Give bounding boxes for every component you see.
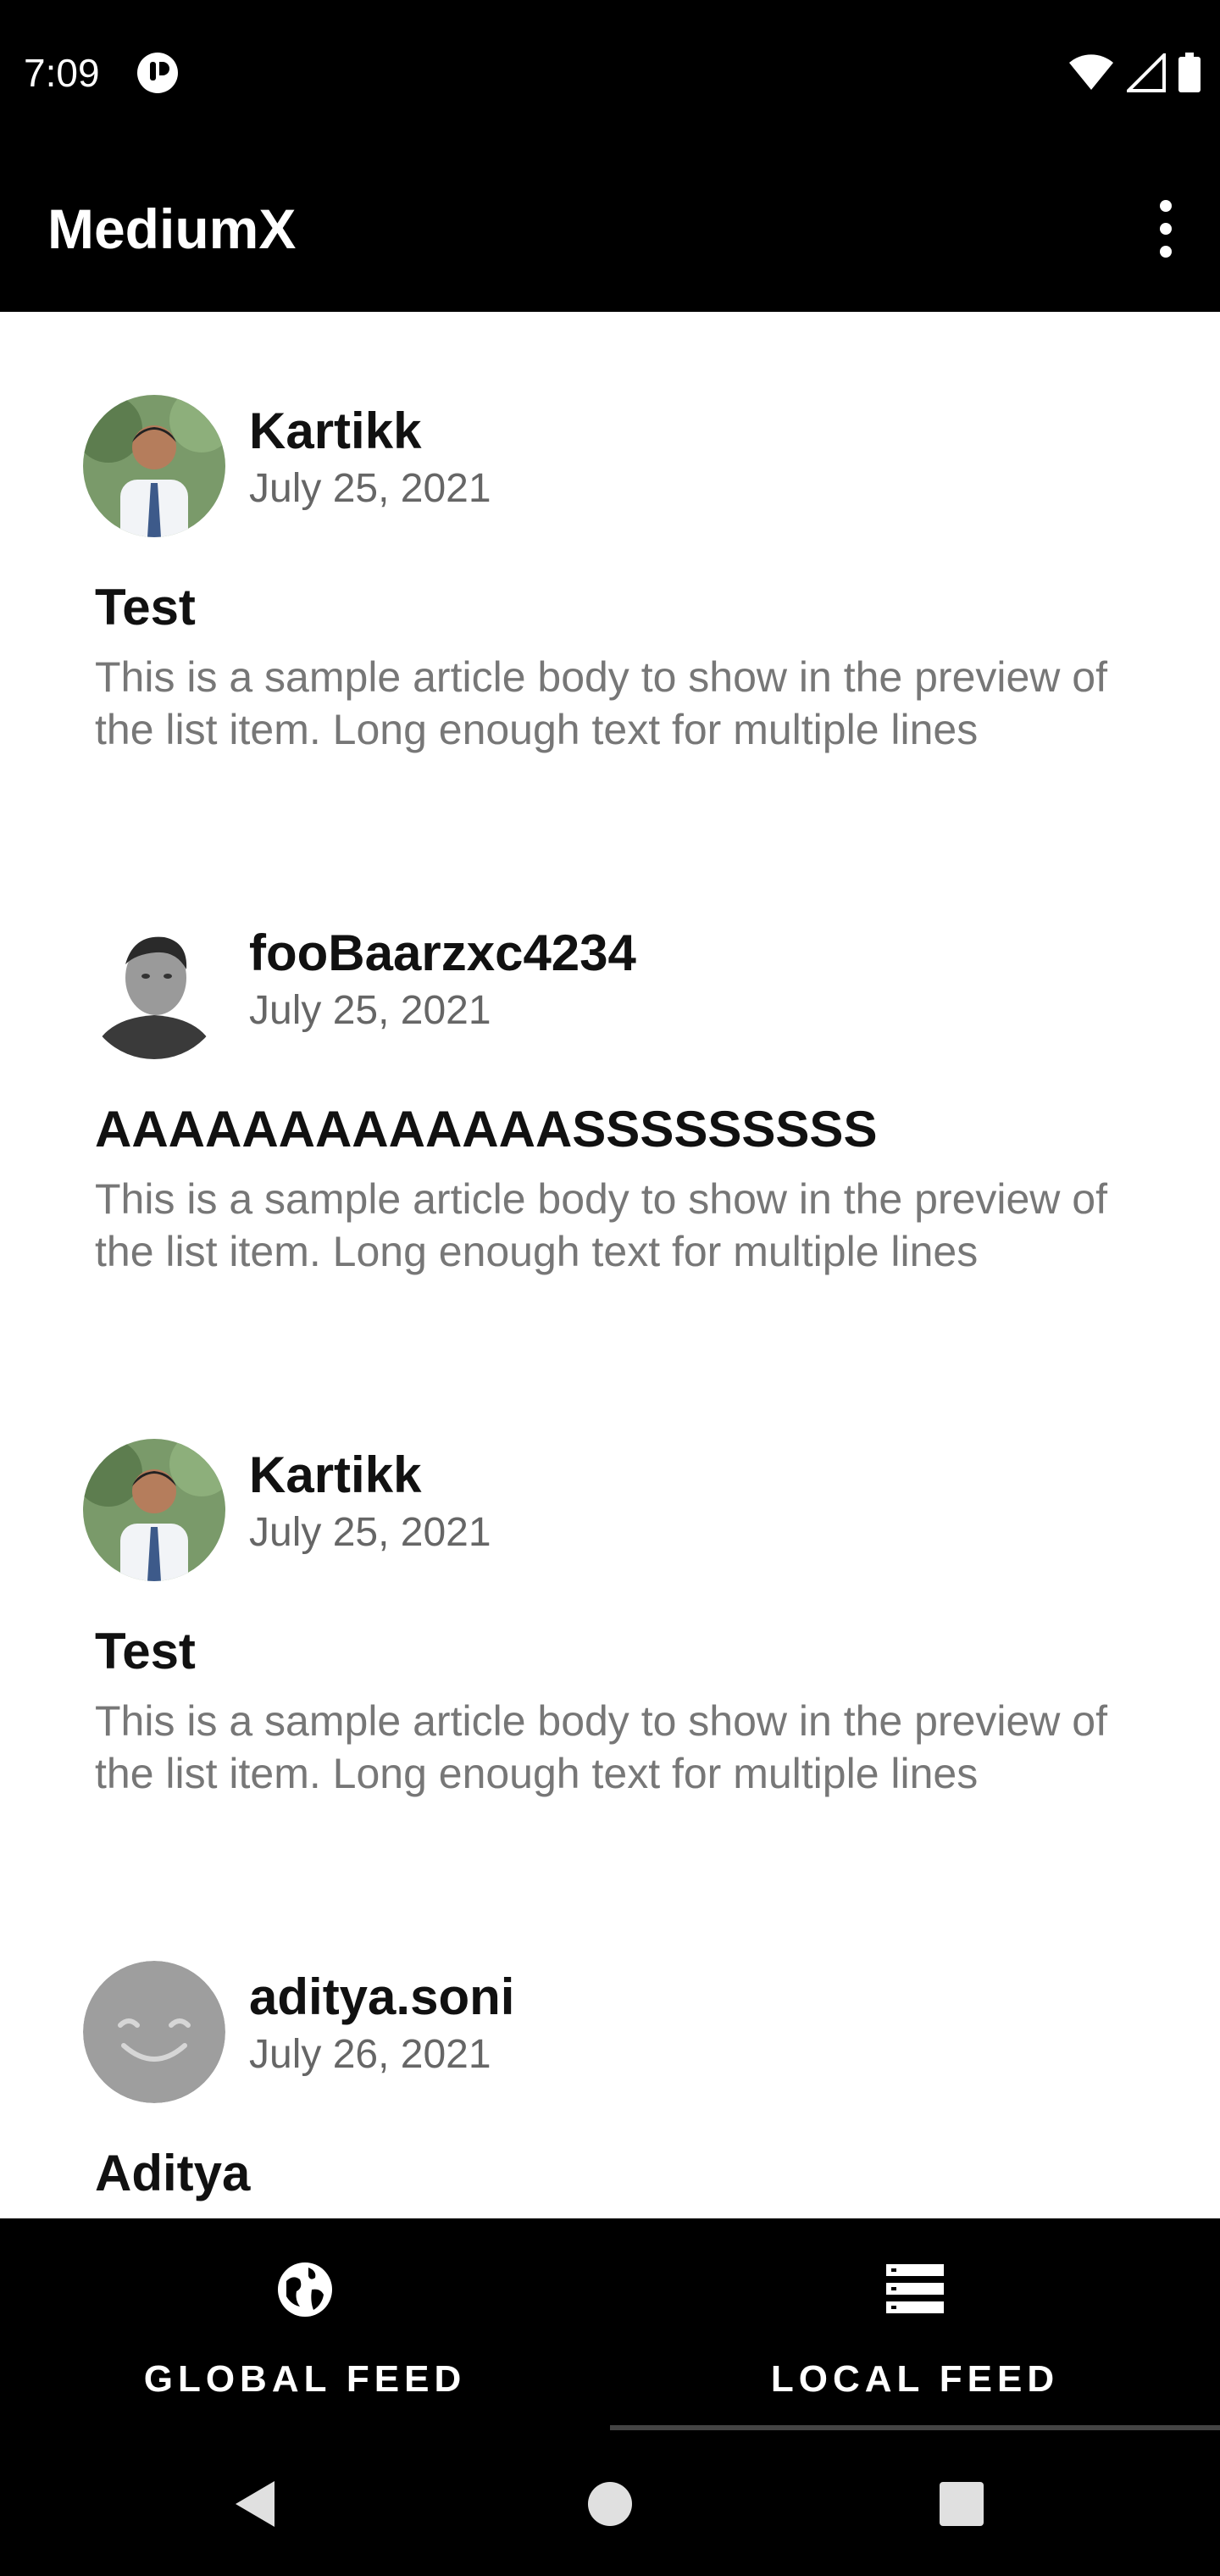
article-item[interactable]: fooBaarzxc4234 July 25, 2021 AAAAAAAAAAA… [0, 834, 1220, 1356]
article-preview: This is a sample article body to show in… [95, 1175, 1107, 1275]
globe-icon [278, 2262, 332, 2317]
article-date: July 25, 2021 [249, 988, 491, 1033]
article-item[interactable]: Kartikk July 25, 2021 Test This is a sam… [0, 1356, 1220, 1878]
back-icon[interactable] [225, 2474, 285, 2534]
author-avatar [83, 1439, 225, 1581]
wifi-icon [1069, 54, 1113, 90]
article-date: July 25, 2021 [249, 1510, 491, 1555]
author-name[interactable]: Kartikk [249, 1446, 421, 1505]
author-name[interactable]: Kartikk [249, 402, 421, 461]
article-title: Test [95, 579, 196, 636]
home-icon[interactable] [580, 2474, 640, 2534]
photo-avatar-man-tie [83, 395, 225, 537]
author-avatar [83, 395, 225, 537]
bottom-navigation: GLOBAL FEED LOCAL FEED [0, 2218, 1220, 2430]
author-avatar [83, 1961, 225, 2103]
battery-icon [1178, 53, 1201, 92]
app-title: MediumX [47, 197, 297, 260]
tab-global-feed[interactable]: GLOBAL FEED [0, 2218, 610, 2430]
smiley-avatar [83, 1961, 225, 2103]
article-feed[interactable]: Kartikk July 25, 2021 Test This is a sam… [0, 312, 1220, 2218]
list-icon [886, 2264, 944, 2313]
photo-avatar-man-tie [83, 1439, 225, 1581]
article-item[interactable]: Kartikk July 25, 2021 Test This is a sam… [0, 312, 1220, 834]
article-item[interactable]: aditya.soni July 26, 2021 Aditya [0, 1878, 1220, 2218]
photo-avatar-man-bw [83, 917, 225, 1059]
author-name[interactable]: fooBaarzxc4234 [249, 924, 636, 983]
status-bar: 7:09 [0, 0, 1220, 144]
more-vert-icon[interactable] [1145, 197, 1186, 261]
tab-label: GLOBAL FEED [143, 2358, 467, 2400]
app-bar: MediumX [0, 144, 1220, 312]
article-preview: This is a sample article body to show in… [95, 653, 1107, 753]
tab-label: LOCAL FEED [770, 2358, 1060, 2400]
article-title: Aditya [95, 2145, 251, 2201]
article-date: July 26, 2021 [249, 2032, 491, 2077]
menu-dot [1160, 246, 1172, 258]
status-time: 7:09 [24, 51, 100, 95]
article-title: Test [95, 1623, 196, 1679]
menu-dot [1160, 200, 1172, 212]
tab-local-feed[interactable]: LOCAL FEED [610, 2218, 1220, 2430]
cell-signal-icon [1127, 53, 1166, 92]
menu-dot [1160, 223, 1172, 235]
system-navigation-bar [0, 2430, 1220, 2576]
recents-icon[interactable] [932, 2474, 991, 2534]
author-avatar [83, 917, 225, 1059]
article-preview: This is a sample article body to show in… [95, 1697, 1107, 1797]
app-notification-icon [137, 53, 178, 93]
author-name[interactable]: aditya.soni [249, 1968, 514, 2027]
article-title: AAAAAAAAAAAAASSSSSSSSS [95, 1101, 878, 1158]
article-date: July 25, 2021 [249, 466, 491, 511]
